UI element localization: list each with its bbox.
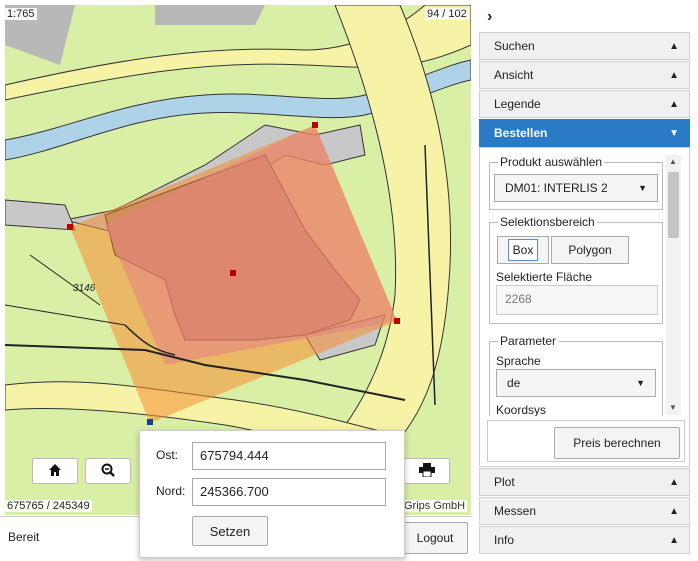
- language-select[interactable]: de ▼: [496, 369, 656, 397]
- print-icon: [419, 462, 435, 480]
- area-field: 2268: [496, 285, 658, 315]
- set-button[interactable]: Setzen: [192, 516, 268, 546]
- polygon-toggle[interactable]: Polygon: [551, 236, 629, 264]
- zoom-button[interactable]: [85, 458, 131, 484]
- map-scale: 1:765: [5, 8, 37, 20]
- language-select-value: de: [507, 376, 521, 390]
- product-select[interactable]: DM01: INTERLIS 2 ▼: [494, 174, 658, 202]
- sidebar-item-label: Plot: [494, 475, 515, 489]
- parcel-label: 3146: [73, 283, 96, 294]
- sidebar-item-bestellen[interactable]: Bestellen ▼: [479, 119, 690, 147]
- box-toggle[interactable]: Box: [497, 236, 549, 264]
- chevron-up-icon: ▲: [669, 69, 679, 81]
- ost-label: Ost:: [156, 448, 179, 462]
- dropdown-arrow-icon: ▼: [636, 378, 645, 388]
- chevron-up-icon: ▲: [669, 476, 679, 488]
- copyright-text: Grips GmbH: [402, 500, 468, 512]
- chevron-down-icon: ▼: [669, 127, 679, 139]
- coordsys-label: Koordsys: [496, 403, 547, 417]
- calculate-price-button[interactable]: Preis berechnen: [554, 427, 680, 459]
- box-toggle-label: Box: [507, 239, 539, 261]
- home-button[interactable]: [32, 458, 78, 484]
- sidebar-item-label: Info: [494, 533, 515, 547]
- product-legend: Produkt auswählen: [498, 155, 605, 169]
- coordinate-readout: 675765 / 245349: [5, 500, 92, 512]
- logout-button[interactable]: Logout: [402, 522, 468, 554]
- chevron-up-icon: ▲: [669, 505, 679, 517]
- language-label: Sprache: [496, 354, 541, 368]
- scroll-down-icon[interactable]: ▼: [669, 403, 677, 412]
- sidebar-item-info[interactable]: Info ▲: [479, 526, 690, 554]
- nord-input[interactable]: 245366.700: [192, 478, 386, 506]
- scrollbar-thumb[interactable]: [668, 172, 679, 238]
- sidebar-item-messen[interactable]: Messen ▲: [479, 497, 690, 525]
- chevron-up-icon: ▲: [669, 98, 679, 110]
- coordinate-popup: Ost: 675794.444 Nord: 245366.700 Setzen: [139, 430, 405, 558]
- home-icon: [48, 463, 62, 480]
- chevron-up-icon: ▲: [669, 40, 679, 52]
- product-select-value: DM01: INTERLIS 2: [505, 181, 608, 195]
- chevron-up-icon: ▲: [669, 534, 679, 546]
- sidebar-item-label: Ansicht: [494, 68, 534, 82]
- sidebar-item-label: Suchen: [494, 39, 535, 53]
- scroll-up-icon[interactable]: ▲: [669, 157, 677, 166]
- sidebar-item-legende[interactable]: Legende ▲: [479, 90, 690, 118]
- collapse-sidebar-icon[interactable]: ›: [487, 8, 492, 26]
- ost-input[interactable]: 675794.444: [192, 442, 386, 470]
- area-label: Selektierte Fläche: [496, 270, 593, 284]
- sidebar-item-suchen[interactable]: Suchen ▲: [479, 32, 690, 60]
- sidebar-item-ansicht[interactable]: Ansicht ▲: [479, 61, 690, 89]
- zoom-icon: [101, 463, 115, 480]
- selection-legend: Selektionsbereich: [498, 215, 597, 229]
- sidebar-item-label: Bestellen: [494, 126, 548, 140]
- map-page-count: 94 / 102: [425, 8, 469, 20]
- print-button[interactable]: [404, 458, 450, 484]
- sidebar-item-plot[interactable]: Plot ▲: [479, 468, 690, 496]
- dropdown-arrow-icon: ▼: [638, 183, 647, 193]
- sidebar-item-label: Messen: [494, 504, 537, 518]
- parameter-legend: Parameter: [498, 334, 559, 348]
- nord-label: Nord:: [156, 484, 186, 498]
- sidebar-item-label: Legende: [494, 97, 541, 111]
- status-text: Bereit: [8, 530, 40, 544]
